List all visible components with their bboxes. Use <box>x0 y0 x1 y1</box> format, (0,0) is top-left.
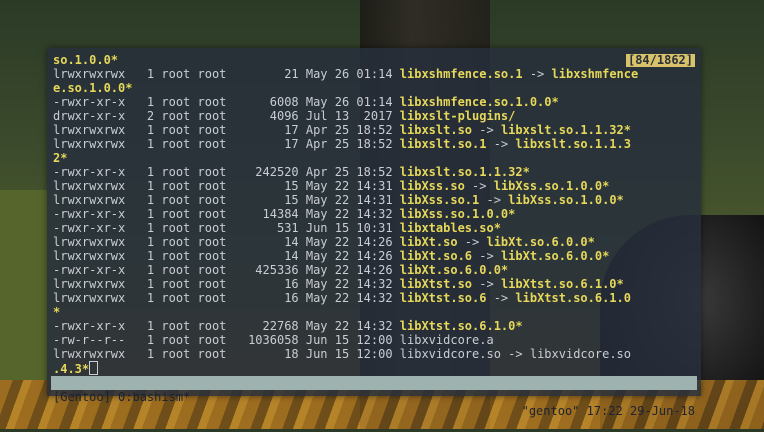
terminal-output: so.1.0.0* lrwxrwxrwx 1 root root 21 May 2… <box>53 53 697 376</box>
file-metadata: -rwxr-xr-x 1 root root 22768 May 22 14:3… <box>53 319 400 333</box>
terminal-line: lrwxrwxrwx 1 root root 14 May 22 14:26 l… <box>53 235 697 249</box>
symlink-arrow: -> <box>457 235 487 249</box>
symlink-arrow: -> <box>522 67 552 81</box>
file-name: libXt.so.6.0.0* <box>399 263 509 277</box>
file-name: libXtst.so.6 <box>399 291 487 305</box>
file-metadata: lrwxrwxrwx 1 root root 17 Apr 25 18:52 <box>53 123 400 137</box>
symlink-arrow: -> <box>500 347 530 361</box>
terminal-line: -rw-r--r-- 1 root root 1036058 Jun 15 12… <box>53 333 697 347</box>
terminal-cursor <box>89 361 99 375</box>
symlink-target: libXtst.so.6.1.0* <box>500 277 624 291</box>
symlink-arrow: -> <box>472 123 501 137</box>
file-name: libXtst.so <box>399 277 473 291</box>
terminal-line: lrwxrwxrwx 1 root root 15 May 22 14:31 l… <box>53 193 697 207</box>
terminal-line: lrwxrwxrwx 1 root root 14 May 22 14:26 l… <box>53 249 697 263</box>
wrapped-filename-text: .4.3* <box>53 362 90 376</box>
terminal-line: drwxr-xr-x 2 root root 4096 Jul 13 2017 … <box>53 109 697 123</box>
file-metadata: -rwxr-xr-x 1 root root 425336 May 22 14:… <box>53 263 400 277</box>
terminal-line: lrwxrwxrwx 1 root root 16 May 22 14:32 l… <box>53 277 697 291</box>
terminal-line: * <box>53 305 697 319</box>
terminal-line: lrwxrwxrwx 1 root root 16 May 22 14:32 l… <box>53 291 697 305</box>
terminal-window[interactable]: [84/1862] so.1.0.0* lrwxrwxrwx 1 root roo… <box>47 48 701 418</box>
file-name: libxtables.so* <box>399 221 501 235</box>
symlink-arrow: -> <box>486 137 516 151</box>
wrapped-filename-text: e.so.1.0.0* <box>53 81 133 95</box>
file-name: libXt.so.6 <box>399 249 473 263</box>
symlink-arrow: -> <box>464 179 494 193</box>
symlink-target: libXtst.so.6.1.0 <box>515 291 631 305</box>
symlink-target: libXss.so.1.0.0* <box>493 179 610 193</box>
file-name: libxslt.so.1 <box>399 137 487 151</box>
file-name: libxslt-plugins/ <box>399 109 516 123</box>
terminal-line: lrwxrwxrwx 1 root root 18 Jun 15 12:00 l… <box>53 347 697 361</box>
symlink-arrow: -> <box>472 249 501 263</box>
symlink-arrow: -> <box>472 277 501 291</box>
symlink-target: libXt.so.6.0.0* <box>500 249 610 263</box>
file-metadata: drwxr-xr-x 2 root root 4096 Jul 13 2017 <box>53 109 400 123</box>
terminal-line: -rwxr-xr-x 1 root root 531 Jun 15 10:31 … <box>53 221 697 235</box>
symlink-target: libXt.so.6.0.0* <box>486 235 595 249</box>
file-name: libXtst.so.6.1.0* <box>399 319 523 333</box>
terminal-line: -rwxr-xr-x 1 root root 425336 May 22 14:… <box>53 263 697 277</box>
terminal-line: -rwxr-xr-x 1 root root 22768 May 22 14:3… <box>53 319 697 333</box>
tmux-status-bar: [Gentoo] 0:bashism* "gentoo" 17:22 29-Ju… <box>51 376 697 418</box>
file-metadata: lrwxrwxrwx 1 root root 15 May 22 14:31 <box>53 179 400 193</box>
symlink-target: libxslt.so.1.1.3 <box>515 137 631 151</box>
file-name: libXt.so <box>399 235 458 249</box>
terminal-line: -rwxr-xr-x 1 root root 242520 Apr 25 18:… <box>53 165 697 179</box>
status-session-window[interactable]: [Gentoo] 0:bashism* <box>53 390 190 404</box>
file-metadata: lrwxrwxrwx 1 root root 18 Jun 15 12:00 <box>53 347 400 361</box>
terminal-line: so.1.0.0* <box>53 53 697 67</box>
file-name: libXss.so.1 <box>399 193 480 207</box>
file-name: libxslt.so <box>399 123 473 137</box>
file-metadata: lrwxrwxrwx 1 root root 16 May 22 14:32 <box>53 277 400 291</box>
file-name: libxvidcore.so <box>399 347 501 361</box>
terminal-line: lrwxrwxrwx 1 root root 17 Apr 25 18:52 l… <box>53 123 697 137</box>
symlink-arrow: -> <box>486 291 516 305</box>
file-metadata: lrwxrwxrwx 1 root root 16 May 22 14:32 <box>53 291 400 305</box>
file-metadata: lrwxrwxrwx 1 root root 17 Apr 25 18:52 <box>53 137 400 151</box>
terminal-line: -rwxr-xr-x 1 root root 6008 May 26 01:14… <box>53 95 697 109</box>
file-name: libxslt.so.1.1.32* <box>399 165 530 179</box>
symlink-target: libxshmfence <box>551 67 639 81</box>
file-metadata: lrwxrwxrwx 1 root root 14 May 22 14:26 <box>53 249 400 263</box>
wrapped-filename-text: so.1.0.0* <box>53 53 119 67</box>
symlink-arrow: -> <box>479 193 509 207</box>
terminal-line: 2* <box>53 151 697 165</box>
file-metadata: lrwxrwxrwx 1 root root 15 May 22 14:31 <box>53 193 400 207</box>
file-metadata: -rwxr-xr-x 1 root root 531 Jun 15 10:31 <box>53 221 400 235</box>
terminal-line: e.so.1.0.0* <box>53 81 697 95</box>
symlink-target: libxvidcore.so <box>529 347 631 361</box>
wrapped-filename-text: 2* <box>53 151 68 165</box>
status-host-time: "gentoo" 17:22 29-Jun-18 <box>521 404 695 418</box>
file-metadata: lrwxrwxrwx 1 root root 14 May 22 14:26 <box>53 235 400 249</box>
symlink-target: libxslt.so.1.1.32* <box>500 123 631 137</box>
file-metadata: -rwxr-xr-x 1 root root 14384 May 22 14:3… <box>53 207 400 221</box>
file-metadata: -rwxr-xr-x 1 root root 242520 Apr 25 18:… <box>53 165 400 179</box>
file-metadata: -rw-r--r-- 1 root root 1036058 Jun 15 12… <box>53 333 400 347</box>
terminal-line: lrwxrwxrwx 1 root root 21 May 26 01:14 l… <box>53 67 697 81</box>
file-name: libxvidcore.a <box>399 333 494 347</box>
terminal-line: -rwxr-xr-x 1 root root 14384 May 22 14:3… <box>53 207 697 221</box>
file-name: libxshmfence.so.1.0.0* <box>399 95 559 109</box>
terminal-line: .4.3* <box>53 361 697 376</box>
file-name: libxshmfence.so.1 <box>399 67 523 81</box>
terminal-line: lrwxrwxrwx 1 root root 15 May 22 14:31 l… <box>53 179 697 193</box>
file-name: libXss.so.1.0.0* <box>399 207 516 221</box>
file-metadata: -rwxr-xr-x 1 root root 6008 May 26 01:14 <box>53 95 400 109</box>
symlink-target: libXss.so.1.0.0* <box>508 193 624 207</box>
terminal-line: lrwxrwxrwx 1 root root 17 Apr 25 18:52 l… <box>53 137 697 151</box>
wrapped-filename-text: * <box>53 305 61 319</box>
file-name: libXss.so <box>399 179 465 193</box>
file-metadata: lrwxrwxrwx 1 root root 21 May 26 01:14 <box>53 67 400 81</box>
